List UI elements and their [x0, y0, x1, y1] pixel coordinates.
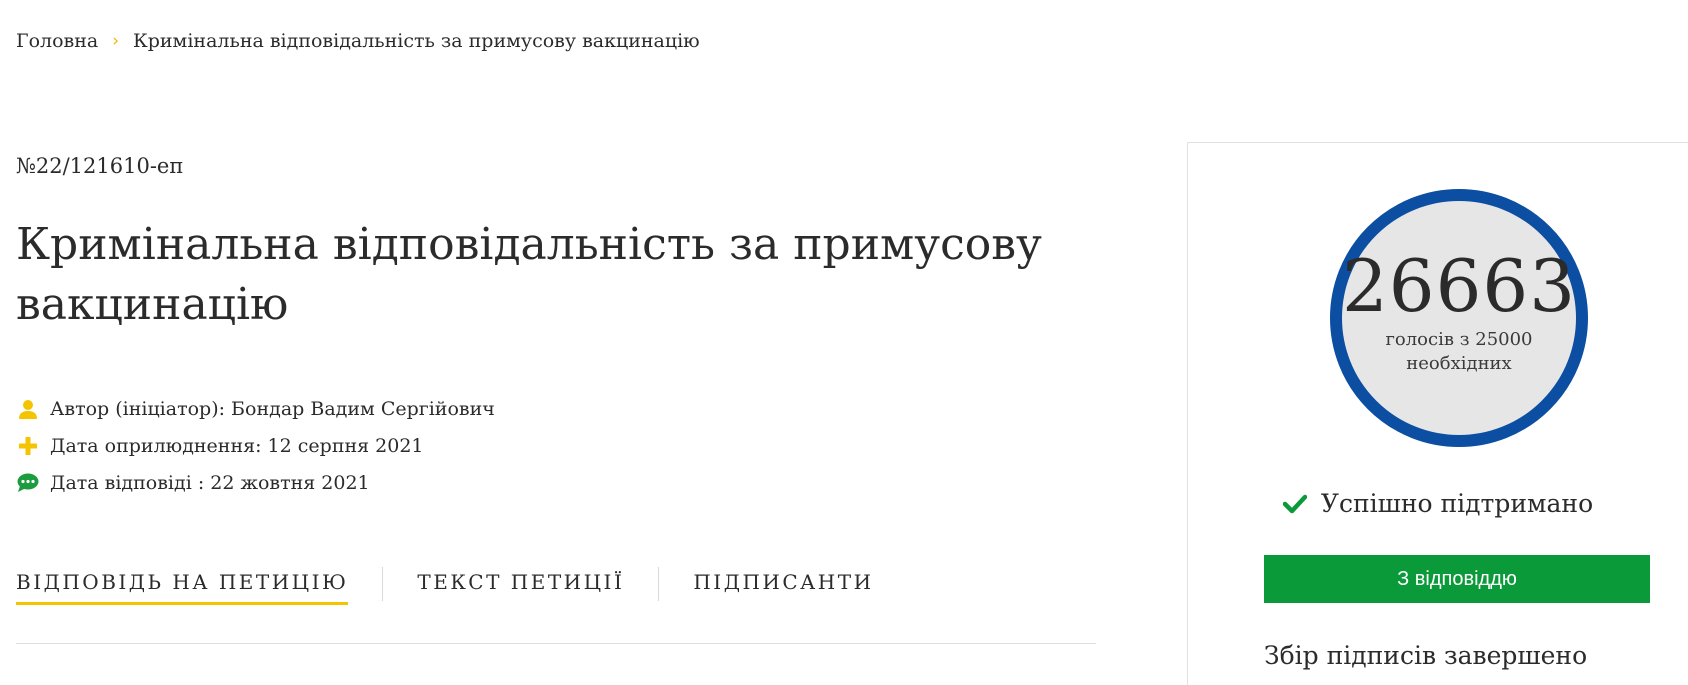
petition-meta: Автор (ініціатор): Бондар Вадим Сергійов… — [16, 390, 495, 501]
published-text: Дата оприлюднення: 12 серпня 2021 — [50, 434, 424, 457]
vote-counter: 26663 голосів з 25000 необхідних — [1330, 189, 1588, 447]
vote-caption-line-2: необхідних — [1406, 353, 1512, 374]
vote-panel: 26663 голосів з 25000 необхідних Успішно… — [1187, 142, 1688, 685]
breadcrumb-home-link[interactable]: Головна — [16, 30, 98, 52]
meta-answered: Дата відповіді : 22 жовтня 2021 — [16, 464, 495, 501]
petition-number: №22/121610-еп — [16, 154, 184, 178]
plus-icon — [16, 434, 40, 458]
user-icon — [16, 397, 40, 421]
tab-signers[interactable]: ПІДПИСАНТИ — [693, 570, 873, 605]
answered-text: Дата відповіді : 22 жовтня 2021 — [50, 471, 370, 494]
breadcrumb-current: Кримінальна відповідальність за примусов… — [133, 30, 700, 52]
collection-status: Збір підписів завершено — [1264, 641, 1588, 670]
page-title: Кримінальна відповідальність за примусов… — [16, 219, 1042, 330]
breadcrumb: Головна › Кримінальна відповідальність з… — [16, 30, 700, 52]
status-badge: Успішно підтримано — [1188, 489, 1688, 518]
answer-button[interactable]: З відповіддю — [1264, 555, 1650, 603]
vote-caption-line-1: голосів з 25000 — [1385, 329, 1533, 350]
tab-divider — [658, 566, 660, 601]
petition-page: Головна › Кримінальна відповідальність з… — [0, 0, 1688, 685]
tab-text[interactable]: ТЕКСТ ПЕТИЦІЇ — [417, 570, 624, 605]
vote-caption: голосів з 25000 необхідних — [1385, 328, 1532, 376]
vote-count: 26663 — [1341, 244, 1577, 328]
petition-tabs: ВІДПОВІДЬ НА ПЕТИЦІЮ ТЕКСТ ПЕТИЦІЇ ПІДПИ… — [16, 566, 874, 605]
content-divider — [16, 643, 1096, 644]
comment-icon — [16, 471, 40, 495]
status-text: Успішно підтримано — [1320, 489, 1594, 518]
tab-divider — [382, 566, 384, 601]
chevron-right-icon: › — [112, 31, 120, 51]
author-text: Автор (ініціатор): Бондар Вадим Сергійов… — [50, 397, 495, 420]
meta-published: Дата оприлюднення: 12 серпня 2021 — [16, 427, 495, 464]
check-icon — [1282, 494, 1307, 514]
meta-author: Автор (ініціатор): Бондар Вадим Сергійов… — [16, 390, 495, 427]
tab-answer[interactable]: ВІДПОВІДЬ НА ПЕТИЦІЮ — [16, 570, 349, 605]
